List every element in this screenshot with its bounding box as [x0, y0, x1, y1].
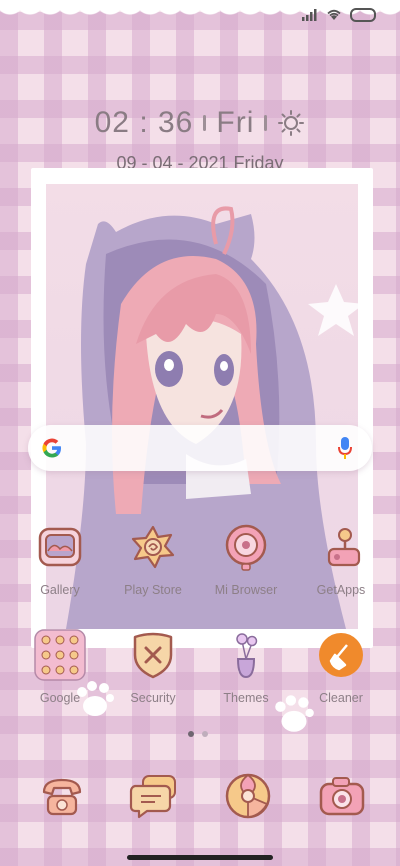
app-getapps[interactable]: GetApps: [296, 521, 386, 597]
paw-print-decoration: [275, 695, 314, 732]
phone-icon[interactable]: [36, 770, 88, 822]
app-mi-browser[interactable]: Mi Browser: [201, 521, 291, 597]
app-label: GetApps: [316, 583, 366, 597]
play-store-icon: [131, 525, 175, 569]
clock-separator: [203, 115, 207, 131]
app-play-store[interactable]: Play Store: [108, 521, 198, 597]
sun-icon: [278, 110, 305, 136]
themes-icon: [236, 633, 258, 679]
gallery-icon: [38, 527, 82, 567]
messages-icon[interactable]: [129, 770, 181, 822]
app-security[interactable]: Security: [108, 629, 198, 705]
page-dot: [202, 731, 208, 737]
google-folder-icon: [34, 629, 86, 681]
gesture-nav-bar[interactable]: [127, 855, 273, 860]
app-label: Security: [130, 691, 176, 705]
page-dot-active: [188, 731, 194, 737]
getapps-icon: [327, 528, 361, 567]
status-bar: [302, 8, 376, 22]
wifi-icon: [327, 9, 341, 20]
mic-icon[interactable]: [338, 437, 352, 459]
camera-icon[interactable]: [316, 770, 368, 822]
google-search-bar[interactable]: [28, 425, 372, 471]
clock-separator: [264, 115, 268, 131]
clock-weekday: Fri: [216, 106, 255, 139]
app-label: Gallery: [40, 583, 80, 597]
mi-browser-icon: [225, 524, 267, 571]
app-label: Mi Browser: [214, 583, 278, 597]
app-label: Play Store: [124, 583, 182, 597]
app-gallery[interactable]: Gallery: [15, 521, 105, 597]
battery-icon: [350, 8, 376, 22]
clock-time: 02 : 36: [94, 106, 194, 139]
paw-print-decoration: [77, 681, 114, 716]
signal-icon: [302, 9, 317, 21]
security-icon: [133, 632, 173, 679]
cleaner-icon: [319, 633, 363, 677]
browser-icon[interactable]: [222, 770, 274, 822]
google-g-icon: [42, 438, 61, 458]
clock-widget[interactable]: 02 : 36 Fri: [0, 106, 400, 140]
page-indicator: [188, 731, 208, 737]
